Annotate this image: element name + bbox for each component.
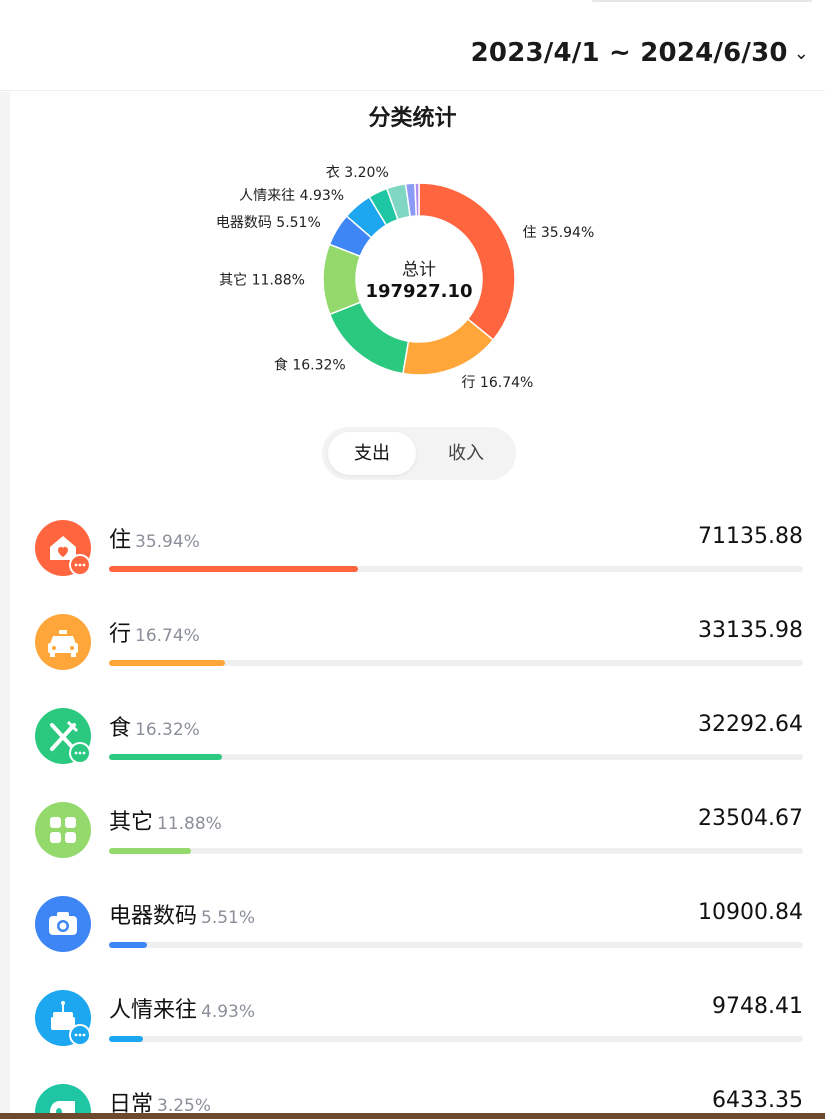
category-label: 电器数码 xyxy=(109,904,198,929)
category-row[interactable]: 食 16.32% 32292.64 xyxy=(0,688,825,782)
category-name: 住 35.94% xyxy=(109,522,200,554)
category-bar-fill xyxy=(109,1036,144,1042)
taxi-icon xyxy=(35,614,91,670)
donut-svg: 住 35.94% 行 16.74% 食 16.32% 其它 11.88% 电器数码 5.… xyxy=(216,165,594,391)
category-bar-fill xyxy=(109,942,148,948)
section-title: 分类统计 xyxy=(368,106,457,131)
chevron-down-icon: ⌄ xyxy=(793,43,809,64)
category-name: 电器数码 5.51% xyxy=(109,898,255,930)
category-row[interactable]: 电器数码 5.51% 10900.84 xyxy=(0,876,825,970)
category-percent: 35.94% xyxy=(135,532,200,552)
category-amount: 10900.84 xyxy=(698,900,803,925)
donut-label-2: 食 16.32% xyxy=(274,356,346,373)
category-amount: 32292.64 xyxy=(698,712,803,737)
category-donut-chart: 住 35.94% 行 16.74% 食 16.32% 其它 11.88% 电器数码 5.… xyxy=(150,150,680,410)
window-tab-edge xyxy=(592,0,812,2)
category-amount: 23504.67 xyxy=(698,806,803,831)
category-bar-track xyxy=(109,848,803,854)
category-label: 行 xyxy=(109,622,132,647)
category-label: 人情来往 xyxy=(109,998,198,1023)
donut-slice-9[interactable] xyxy=(414,182,420,217)
category-amount: 6433.35 xyxy=(712,1088,803,1113)
house-heart-icon xyxy=(35,520,91,576)
grid-icon xyxy=(35,802,91,858)
date-range-text: 2023/4/1 ~ 2024/6/30 xyxy=(470,38,788,68)
category-row[interactable]: 行 16.74% 33135.98 xyxy=(0,594,825,688)
category-name: 食 16.32% xyxy=(109,710,200,742)
category-bar-track xyxy=(109,754,803,760)
more-dots-icon xyxy=(69,1024,91,1046)
expense-income-toggle[interactable]: 支出 收入 xyxy=(322,427,516,480)
category-row[interactable]: 人情来往 4.93% 9748.41 xyxy=(0,970,825,1064)
tab-income[interactable]: 收入 xyxy=(422,432,510,475)
category-percent: 4.93% xyxy=(201,1002,256,1022)
bottom-edge xyxy=(0,1113,825,1119)
more-dots-icon xyxy=(69,554,91,576)
category-bar-track xyxy=(109,566,803,572)
donut-label-0: 住 35.94% xyxy=(522,225,594,241)
category-bar-fill xyxy=(109,848,192,854)
fork-knife-icon xyxy=(35,708,91,764)
category-bar-track xyxy=(109,942,803,948)
category-bar-fill xyxy=(109,754,223,760)
donut-center-label: 总计 xyxy=(402,260,436,280)
category-row[interactable]: 日常 3.25% 6433.35 xyxy=(0,1064,825,1119)
category-bar-fill xyxy=(109,566,359,572)
category-percent: 16.32% xyxy=(135,720,200,740)
category-amount: 9748.41 xyxy=(712,994,803,1019)
donut-label-7: 衣 3.20% xyxy=(326,165,389,181)
camera-icon xyxy=(35,896,91,952)
more-dots-icon xyxy=(69,742,91,764)
category-label: 住 xyxy=(109,528,132,553)
category-label: 食 xyxy=(109,716,132,741)
category-name: 行 16.74% xyxy=(109,616,200,648)
category-amount: 33135.98 xyxy=(698,618,803,643)
category-bar-track xyxy=(109,1036,803,1042)
category-percent: 16.74% xyxy=(135,626,200,646)
category-row[interactable]: 其它 11.88% 23504.67 xyxy=(0,782,825,876)
category-name: 其它 11.88% xyxy=(109,804,222,836)
donut-label-3: 其它 11.88% xyxy=(219,271,305,288)
category-bar-track xyxy=(109,660,803,666)
donut-label-1: 行 16.74% xyxy=(461,375,533,391)
category-name: 人情来往 4.93% xyxy=(109,992,255,1024)
category-row[interactable]: 住 35.94% 71135.88 xyxy=(0,500,825,594)
category-amount: 71135.88 xyxy=(698,524,803,549)
donut-label-5: 人情来往 4.93% xyxy=(239,188,344,204)
category-label: 其它 xyxy=(109,810,154,835)
category-percent: 11.88% xyxy=(157,814,222,834)
date-range-selector[interactable]: 2023/4/1 ~ 2024/6/30 ⌄ xyxy=(471,38,809,68)
gift-cake-icon xyxy=(35,990,91,1046)
donut-label-4: 电器数码 5.51% xyxy=(216,215,321,231)
category-bar-fill xyxy=(109,660,226,666)
tab-expense[interactable]: 支出 xyxy=(328,432,416,475)
category-percent: 5.51% xyxy=(201,908,256,928)
header-divider xyxy=(0,90,825,91)
donut-center-value: 197927.10 xyxy=(365,281,473,302)
